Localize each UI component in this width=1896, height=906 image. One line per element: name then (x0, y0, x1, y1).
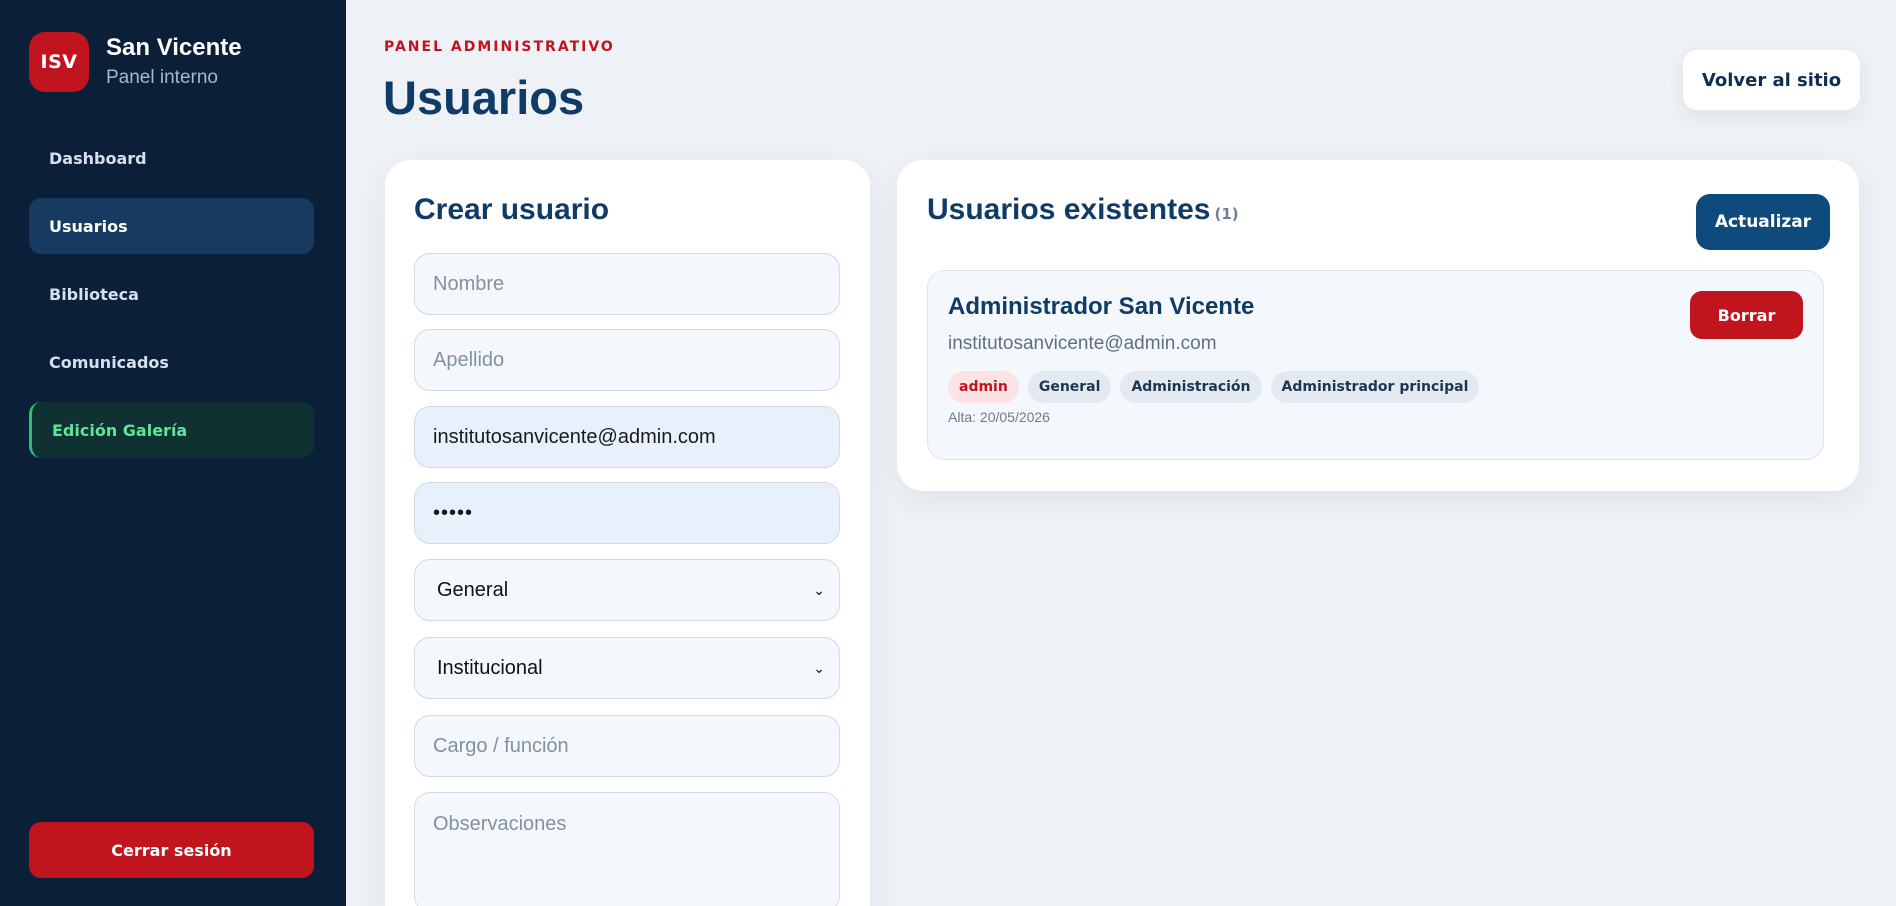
nombre-input[interactable]: Nombre (414, 253, 840, 315)
users-list-title-text: Usuarios existentes (927, 193, 1211, 226)
sidebar-item-usuarios[interactable]: Usuarios (29, 198, 314, 254)
brand-text: San Vicente Panel interno (106, 33, 242, 91)
users-list-title: Usuarios existentes (1) (927, 193, 1239, 227)
observaciones-placeholder: Observaciones (433, 813, 567, 835)
password-input[interactable]: ••••• (414, 482, 840, 544)
back-to-site-button[interactable]: Volver al sitio (1683, 50, 1860, 110)
apellido-input[interactable]: Apellido (414, 329, 840, 391)
role-select[interactable]: General ⌄ (414, 559, 840, 621)
user-email: institutosanvicente@admin.com (948, 333, 1217, 354)
page-eyebrow: PANEL ADMINISTRATIVO (384, 39, 615, 55)
sidebar-item-dashboard[interactable]: Dashboard (29, 130, 314, 186)
create-user-title: Crear usuario (414, 193, 610, 226)
create-user-card: Crear usuario Nombre Apellido institutos… (385, 160, 870, 906)
sidebar-item-edicion-galeria[interactable]: Edición Galería (29, 402, 314, 458)
area-select-value: Institucional (437, 656, 543, 679)
user-name: Administrador San Vicente (948, 293, 1255, 320)
sidebar-item-comunicados[interactable]: Comunicados (29, 334, 314, 390)
delete-user-button[interactable]: Borrar (1690, 291, 1803, 339)
area-badge: Administración (1120, 371, 1262, 403)
role-badge: admin (948, 371, 1019, 403)
brand: ISV San Vicente Panel interno (29, 32, 242, 92)
role-select-value: General (437, 578, 509, 601)
observaciones-textarea[interactable]: Observaciones (414, 792, 840, 906)
cargo-input[interactable]: Cargo / función (414, 715, 840, 777)
sidebar-item-biblioteca[interactable]: Biblioteca (29, 266, 314, 322)
position-badge: Administrador principal (1270, 371, 1480, 403)
user-item: Administrador San Vicente institutosanvi… (927, 270, 1824, 460)
brand-logo: ISV (29, 32, 89, 92)
sidebar-nav: Dashboard Usuarios Biblioteca Comunicado… (29, 130, 314, 470)
brand-name: San Vicente (106, 34, 242, 61)
sidebar: ISV San Vicente Panel interno Dashboard … (0, 0, 346, 906)
area-select[interactable]: Institucional ⌄ (414, 637, 840, 699)
chevron-down-icon: ⌄ (813, 659, 825, 676)
refresh-button[interactable]: Actualizar (1696, 194, 1830, 250)
logout-button[interactable]: Cerrar sesión (29, 822, 314, 878)
users-count: (1) (1214, 205, 1239, 223)
email-input[interactable]: institutosanvicente@admin.com (414, 406, 840, 468)
page-title: Usuarios (383, 71, 585, 124)
category-badge: General (1027, 371, 1112, 403)
users-list-card: Usuarios existentes (1) Actualizar Admini… (897, 160, 1859, 491)
brand-subtitle: Panel interno (106, 67, 218, 88)
user-date: Alta: 20/05/2026 (948, 409, 1050, 425)
chevron-down-icon: ⌄ (813, 581, 825, 598)
user-tags: admin General Administración Administrad… (948, 371, 1488, 403)
